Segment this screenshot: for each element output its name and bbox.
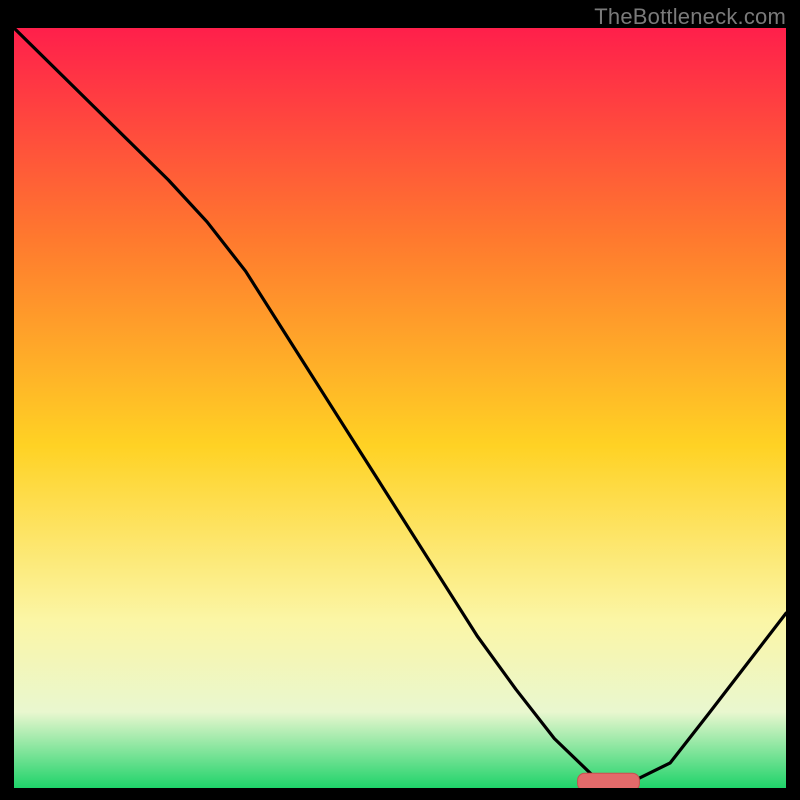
watermark-text: TheBottleneck.com (594, 4, 786, 30)
chart-frame (14, 28, 786, 788)
bottleneck-chart (14, 28, 786, 788)
optimal-marker (578, 773, 640, 788)
